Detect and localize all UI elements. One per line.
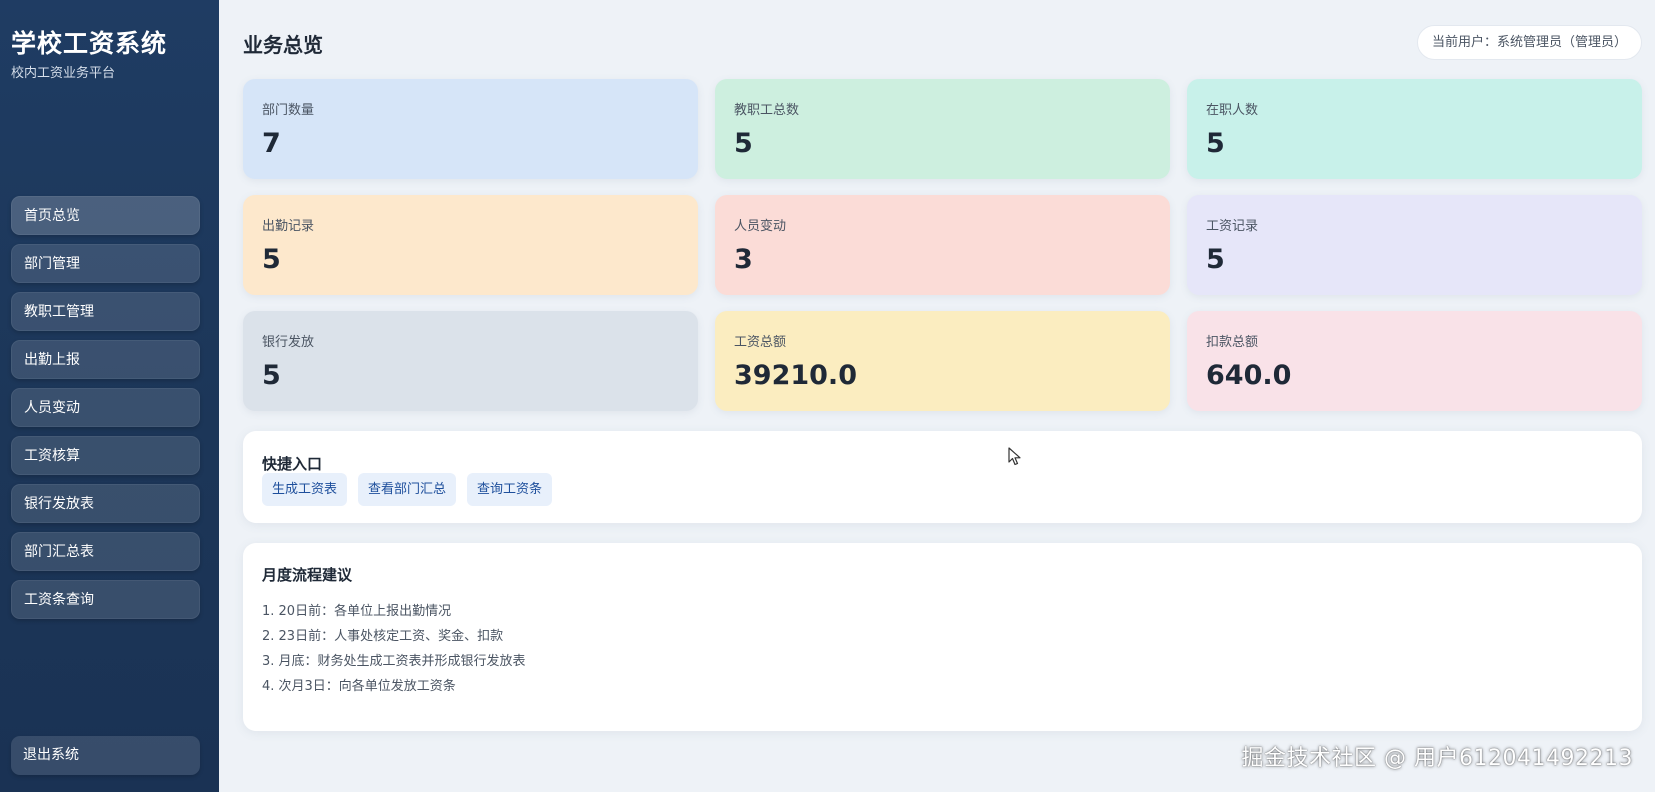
stat-value: 5 (262, 360, 281, 391)
stat-value: 39210.0 (734, 360, 857, 391)
app-subtitle: 校内工资业务平台 (11, 66, 116, 81)
stat-card: 部门数量 7 (243, 79, 698, 179)
app: 学校工资系统 校内工资业务平台 首页总览 部门管理 教职工管理 出勤上报 人员变… (0, 0, 1655, 792)
stat-card: 教职工总数 5 (715, 79, 1170, 179)
stat-value: 5 (1206, 128, 1225, 159)
quick-access-title: 快捷入口 (262, 455, 323, 473)
sidebar-item-dept-summary[interactable]: 部门汇总表 (11, 532, 200, 571)
sidebar-item-payroll-calc[interactable]: 工资核算 (11, 436, 200, 475)
sidebar-item-overview[interactable]: 首页总览 (11, 196, 200, 235)
stat-card: 银行发放 5 (243, 311, 698, 411)
watermark: 掘金技术社区 @ 用户612041492213 (1241, 746, 1633, 771)
stat-label: 部门数量 (262, 103, 315, 118)
stat-card: 人员变动 3 (715, 195, 1170, 295)
stats-grid: 部门数量 7 教职工总数 5 在职人数 5 出勤记录 5 人员变动 3 工资记录… (243, 79, 1642, 411)
main-content: 业务总览 当前用户：系统管理员（管理员） 部门数量 7 教职工总数 5 在职人数… (219, 0, 1655, 792)
stat-card: 工资总额 39210.0 (715, 311, 1170, 411)
flow-list: 1. 20日前：各单位上报出勤情况 2. 23日前：人事处核定工资、奖金、扣款 … (262, 599, 526, 699)
stat-value: 5 (262, 244, 281, 275)
stat-label: 扣款总额 (1206, 335, 1259, 350)
stat-card: 在职人数 5 (1187, 79, 1642, 179)
stat-label: 在职人数 (1206, 103, 1259, 118)
sidebar-item-departments[interactable]: 部门管理 (11, 244, 200, 283)
stat-label: 工资记录 (1206, 219, 1259, 234)
stat-label: 教职工总数 (734, 103, 800, 118)
stat-card: 工资记录 5 (1187, 195, 1642, 295)
sidebar-item-attendance[interactable]: 出勤上报 (11, 340, 200, 379)
stat-label: 银行发放 (262, 335, 315, 350)
list-item: 4. 次月3日：向各单位发放工资条 (262, 679, 456, 694)
list-item: 2. 23日前：人事处核定工资、奖金、扣款 (262, 629, 504, 644)
view-dept-summary-button[interactable]: 查看部门汇总 (358, 473, 457, 506)
sidebar-item-bank-sheet[interactable]: 银行发放表 (11, 484, 200, 523)
page-title: 业务总览 (243, 33, 323, 57)
monthly-flow-panel: 月度流程建议 1. 20日前：各单位上报出勤情况 2. 23日前：人事处核定工资… (243, 543, 1642, 731)
stat-label: 工资总额 (734, 335, 787, 350)
stat-value: 5 (1206, 244, 1225, 275)
list-item: 3. 月底：财务处生成工资表并形成银行发放表 (262, 654, 526, 669)
sidebar-item-personnel-changes[interactable]: 人员变动 (11, 388, 200, 427)
quick-access-panel: 快捷入口 生成工资表 查看部门汇总 查询工资条 (243, 431, 1642, 523)
stat-card: 出勤记录 5 (243, 195, 698, 295)
stat-card: 扣款总额 640.0 (1187, 311, 1642, 411)
current-user-badge: 当前用户：系统管理员（管理员） (1416, 25, 1642, 60)
logout-button[interactable]: 退出系统 (11, 736, 200, 775)
app-title: 学校工资系统 (11, 29, 168, 58)
stat-label: 人员变动 (734, 219, 787, 234)
stat-value: 5 (734, 128, 753, 159)
sidebar-nav: 首页总览 部门管理 教职工管理 出勤上报 人员变动 工资核算 银行发放表 部门汇… (11, 196, 200, 628)
mouse-cursor-icon (1008, 447, 1021, 466)
stat-value: 640.0 (1206, 360, 1292, 391)
stat-value: 3 (734, 244, 753, 275)
query-payslip-button[interactable]: 查询工资条 (467, 473, 553, 506)
generate-payroll-button[interactable]: 生成工资表 (262, 473, 348, 506)
quick-access-links: 生成工资表 查看部门汇总 查询工资条 (262, 473, 553, 506)
sidebar: 学校工资系统 校内工资业务平台 首页总览 部门管理 教职工管理 出勤上报 人员变… (0, 0, 219, 792)
stat-label: 出勤记录 (262, 219, 315, 234)
monthly-flow-title: 月度流程建议 (262, 566, 353, 584)
stat-value: 7 (262, 128, 281, 159)
sidebar-item-staff[interactable]: 教职工管理 (11, 292, 200, 331)
list-item: 1. 20日前：各单位上报出勤情况 (262, 604, 452, 619)
sidebar-item-payslip-query[interactable]: 工资条查询 (11, 580, 200, 619)
